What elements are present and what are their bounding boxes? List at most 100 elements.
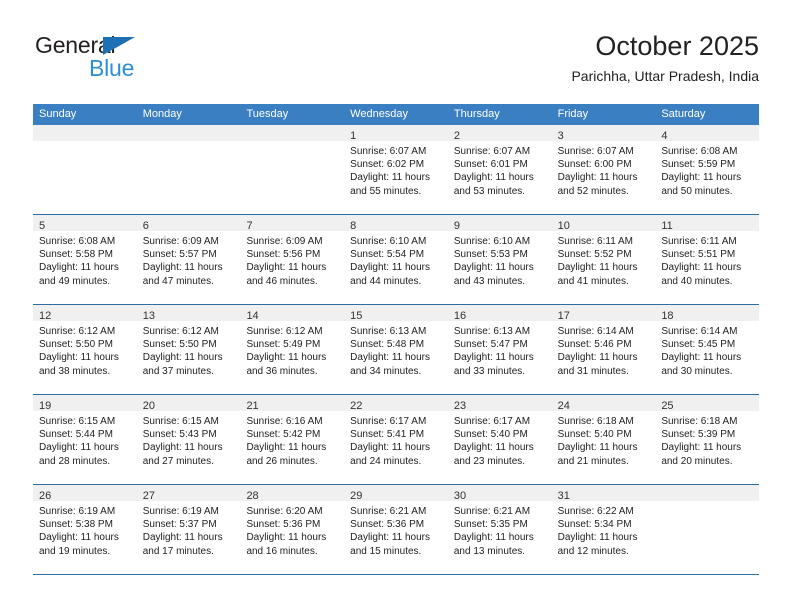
day-cell-empty (655, 485, 760, 574)
day-details: Sunrise: 6:22 AM Sunset: 5:34 PM Daylight:… (552, 501, 656, 558)
day-details: Sunrise: 6:13 AM Sunset: 5:48 PM Daylight:… (344, 321, 448, 378)
day-cell[interactable]: 19 Sunrise: 6:15 AM Sunset: 5:44 PM Dayligh… (33, 395, 137, 484)
day-detail-line: Daylight: 11 hours (350, 442, 431, 454)
day-number-band: 17 (551, 305, 656, 322)
day-detail-line: Sunset: 5:50 PM (142, 339, 217, 351)
day-detail-line: Sunrise: 6:18 AM (661, 416, 738, 427)
day-number-band: 14 (240, 305, 345, 322)
day-detail-line: Sunrise: 6:13 AM (453, 326, 531, 337)
day-detail-line: Sunrise: 6:12 AM (246, 326, 323, 337)
day-detail-line: Sunrise: 6:09 AM (142, 236, 219, 247)
day-detail-line: Sunrise: 6:12 AM (142, 326, 219, 337)
day-number-band: 31 (551, 485, 656, 502)
day-cell[interactable]: 24 Sunrise: 6:18 AM Sunset: 5:40 PM Dayligh… (551, 395, 656, 484)
day-cell[interactable]: 23 Sunrise: 6:17 AM Sunset: 5:40 PM Dayligh… (447, 395, 552, 484)
day-cell[interactable]: 20 Sunrise: 6:15 AM Sunset: 5:43 PM Dayligh… (136, 395, 241, 484)
day-detail-line: Sunrise: 6:18 AM (557, 416, 634, 427)
day-detail-line: and 16 minutes. (246, 545, 318, 557)
day-detail-line: and 49 minutes. (39, 275, 111, 287)
day-detail-line: Sunset: 5:52 PM (557, 249, 632, 261)
day-details: Sunrise: 6:10 AM Sunset: 5:54 PM Daylight:… (344, 231, 448, 288)
day-detail-line: Sunset: 6:02 PM (350, 159, 425, 171)
day-details: Sunrise: 6:14 AM Sunset: 5:46 PM Daylight:… (552, 321, 656, 378)
day-detail-line: and 43 minutes. (453, 275, 526, 287)
day-detail-line: Sunset: 5:57 PM (142, 249, 217, 261)
day-details: Sunrise: 6:19 AM Sunset: 5:37 PM Daylight:… (137, 501, 241, 558)
day-cell[interactable]: 7 Sunrise: 6:09 AM Sunset: 5:56 PM Daylight… (240, 215, 345, 304)
day-number: 9 (453, 220, 460, 232)
day-cell[interactable]: 16 Sunrise: 6:13 AM Sunset: 5:47 PM Dayligh… (447, 305, 552, 394)
day-detail-line: Sunset: 5:39 PM (661, 429, 736, 441)
day-detail-line: Sunrise: 6:17 AM (350, 416, 427, 427)
day-cell[interactable]: 30 Sunrise: 6:21 AM Sunset: 5:35 PM Dayligh… (447, 485, 552, 574)
day-cell[interactable]: 1 Sunrise: 6:07 AM Sunset: 6:02 PM Daylight… (344, 125, 448, 214)
day-cell[interactable]: 5 Sunrise: 6:08 AM Sunset: 5:58 PM Daylight… (33, 215, 137, 304)
day-detail-line: Daylight: 11 hours (142, 262, 223, 274)
day-details: Sunrise: 6:08 AM Sunset: 5:58 PM Daylight:… (33, 231, 137, 288)
day-number: 2 (453, 130, 460, 142)
day-cell[interactable]: 22 Sunrise: 6:17 AM Sunset: 5:41 PM Dayligh… (344, 395, 448, 484)
general-blue-logo[interactable]: General Blue (35, 32, 235, 88)
day-details: Sunrise: 6:18 AM Sunset: 5:39 PM Daylight:… (655, 411, 759, 468)
day-cell[interactable]: 9 Sunrise: 6:10 AM Sunset: 5:53 PM Daylight… (447, 215, 552, 304)
day-details: Sunrise: 6:15 AM Sunset: 5:43 PM Daylight:… (137, 411, 241, 468)
weekday-header-tuesday: Tuesday (246, 108, 289, 120)
day-details (240, 141, 344, 145)
day-number: 26 (39, 490, 52, 502)
day-cell[interactable]: 10 Sunrise: 6:11 AM Sunset: 5:52 PM Dayligh… (551, 215, 656, 304)
day-detail-line: and 41 minutes. (557, 275, 629, 287)
day-detail-line: and 50 minutes. (661, 185, 733, 197)
day-details: Sunrise: 6:12 AM Sunset: 5:49 PM Daylight:… (240, 321, 344, 378)
day-cell[interactable]: 11 Sunrise: 6:11 AM Sunset: 5:51 PM Dayligh… (655, 215, 760, 304)
day-cell[interactable]: 15 Sunrise: 6:13 AM Sunset: 5:48 PM Dayligh… (344, 305, 448, 394)
day-details: Sunrise: 6:12 AM Sunset: 5:50 PM Daylight:… (33, 321, 137, 378)
day-cell[interactable]: 4 Sunrise: 6:08 AM Sunset: 5:59 PM Daylight… (655, 125, 760, 214)
day-cell[interactable]: 3 Sunrise: 6:07 AM Sunset: 6:00 PM Daylight… (551, 125, 656, 214)
day-number-band: 24 (551, 395, 656, 412)
day-detail-line: Daylight: 11 hours (246, 442, 327, 454)
day-number: 12 (39, 310, 52, 322)
day-detail-line: Sunrise: 6:21 AM (453, 506, 531, 517)
day-detail-line: and 47 minutes. (142, 275, 214, 287)
day-number-band: 28 (240, 485, 345, 502)
day-number: 17 (557, 310, 570, 322)
day-number: 16 (453, 310, 467, 322)
day-cell[interactable]: 2 Sunrise: 6:07 AM Sunset: 6:01 PM Daylight… (447, 125, 552, 214)
day-detail-line: Sunset: 5:59 PM (661, 159, 736, 171)
day-cell[interactable]: 27 Sunrise: 6:19 AM Sunset: 5:37 PM Dayligh… (136, 485, 241, 574)
day-detail-line: Sunset: 5:40 PM (557, 429, 632, 441)
day-number: 1 (350, 130, 357, 142)
day-detail-line: Sunrise: 6:09 AM (246, 236, 323, 247)
day-cell[interactable]: 26 Sunrise: 6:19 AM Sunset: 5:38 PM Dayligh… (33, 485, 137, 574)
day-detail-line: and 40 minutes. (661, 275, 733, 287)
day-detail-line: and 19 minutes. (39, 545, 111, 557)
day-details: Sunrise: 6:21 AM Sunset: 5:36 PM Daylight:… (344, 501, 448, 558)
day-cell[interactable]: 12 Sunrise: 6:12 AM Sunset: 5:50 PM Dayligh… (33, 305, 137, 394)
logo-triangle-icon (103, 37, 135, 55)
day-cell[interactable]: 18 Sunrise: 6:14 AM Sunset: 5:45 PM Dayligh… (655, 305, 760, 394)
day-number-band: 21 (240, 395, 345, 412)
day-number-band: 3 (551, 125, 656, 142)
day-detail-line: Sunset: 5:46 PM (557, 339, 632, 351)
day-detail-line: and 20 minutes. (661, 455, 733, 467)
day-cell[interactable]: 21 Sunrise: 6:16 AM Sunset: 5:42 PM Dayligh… (240, 395, 345, 484)
day-number: 29 (350, 490, 363, 502)
day-detail-line: Sunset: 5:36 PM (246, 519, 321, 531)
day-cell[interactable]: 25 Sunrise: 6:18 AM Sunset: 5:39 PM Dayligh… (655, 395, 760, 484)
day-cell[interactable]: 13 Sunrise: 6:12 AM Sunset: 5:50 PM Dayligh… (136, 305, 241, 394)
day-detail-line: Sunset: 5:45 PM (661, 339, 736, 351)
day-details: Sunrise: 6:09 AM Sunset: 5:57 PM Daylight:… (137, 231, 241, 288)
day-cell[interactable]: 6 Sunrise: 6:09 AM Sunset: 5:57 PM Daylight… (136, 215, 241, 304)
day-cell[interactable]: 31 Sunrise: 6:22 AM Sunset: 5:34 PM Dayligh… (551, 485, 656, 574)
day-cell[interactable]: 14 Sunrise: 6:12 AM Sunset: 5:49 PM Dayligh… (240, 305, 345, 394)
day-number: 28 (246, 490, 259, 502)
day-cell[interactable]: 29 Sunrise: 6:21 AM Sunset: 5:36 PM Dayligh… (344, 485, 448, 574)
day-cell[interactable]: 17 Sunrise: 6:14 AM Sunset: 5:46 PM Dayligh… (551, 305, 656, 394)
day-detail-line: and 52 minutes. (557, 185, 629, 197)
day-detail-line: Sunrise: 6:15 AM (39, 416, 116, 427)
calendar-bottom-rule (33, 574, 759, 575)
day-detail-line: Sunset: 5:47 PM (453, 339, 528, 351)
day-cell[interactable]: 28 Sunrise: 6:20 AM Sunset: 5:36 PM Dayligh… (240, 485, 345, 574)
day-cell[interactable]: 8 Sunrise: 6:10 AM Sunset: 5:54 PM Daylight… (344, 215, 448, 304)
day-detail-line: Sunrise: 6:07 AM (453, 146, 531, 157)
